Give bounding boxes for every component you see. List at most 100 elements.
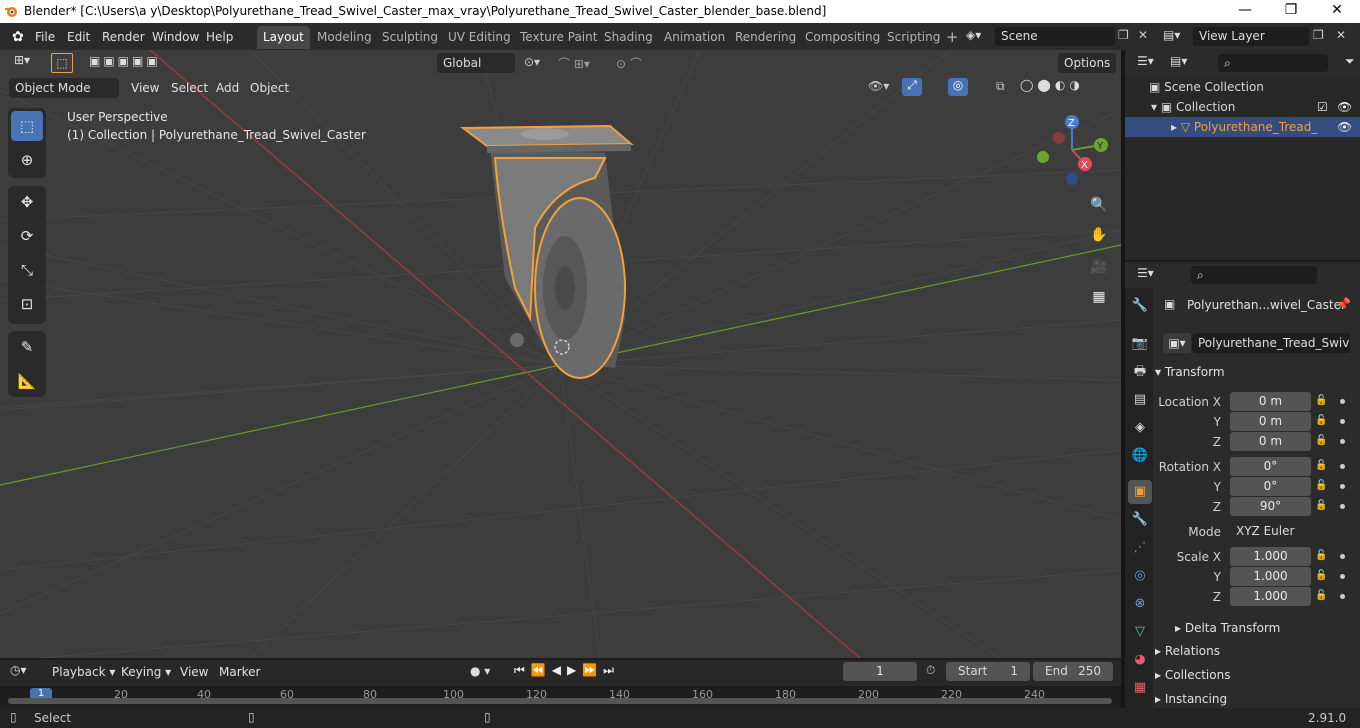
menu-window[interactable]: Window bbox=[146, 28, 205, 46]
expand-arrow-icon[interactable]: ▾ bbox=[1151, 100, 1161, 114]
keyframe-dot[interactable] bbox=[1340, 504, 1345, 509]
collections-header[interactable]: ▸ Collections bbox=[1155, 665, 1230, 685]
outliner-collection[interactable]: ▾ ▣ Collection ☑ 👁 bbox=[1125, 97, 1360, 117]
tool-rotate[interactable]: ⟳ bbox=[11, 221, 43, 251]
tool-annotate[interactable]: ✎ bbox=[11, 332, 43, 362]
view-layer-tab-icon[interactable]: ▤ bbox=[1128, 388, 1152, 412]
transform-orientation-dropdown[interactable]: Global bbox=[437, 53, 515, 73]
delete-view-layer-icon[interactable]: ✕ bbox=[1336, 28, 1346, 42]
tool-move[interactable]: ✥ bbox=[11, 187, 43, 217]
relations-header[interactable]: ▸ Relations bbox=[1155, 641, 1220, 661]
timeline-editor-icon[interactable]: ◷▾ bbox=[10, 663, 27, 677]
timeline-ruler[interactable]: 1 20 40 60 80 100 120 140 160 180 200 22… bbox=[0, 686, 1121, 708]
outliner-object-row[interactable]: ▸ ▽ Polyurethane_Tread_ 👁 bbox=[1125, 117, 1360, 137]
select-tool-icon[interactable]: ⬚ bbox=[51, 53, 73, 73]
tab-modeling[interactable]: Modeling bbox=[311, 26, 378, 49]
scene-tab-icon[interactable]: ◈ bbox=[1128, 416, 1152, 440]
outliner-search-field[interactable]: ⌕ bbox=[1218, 54, 1328, 72]
shading-mode-icons[interactable]: ◯⬤◐◑ bbox=[1020, 78, 1100, 96]
tab-rendering[interactable]: Rendering bbox=[729, 26, 802, 49]
lock-icon[interactable]: 🔓 bbox=[1315, 435, 1329, 449]
keyframe-dot[interactable] bbox=[1340, 439, 1345, 444]
tab-sculpting[interactable]: Sculpting bbox=[376, 26, 444, 49]
timeline-menu-marker[interactable]: Marker bbox=[214, 662, 265, 682]
pan-hand-icon[interactable]: ✋ bbox=[1087, 223, 1111, 247]
object-data-icon[interactable]: ▣▾ bbox=[1163, 333, 1191, 353]
filter-icon[interactable]: ⏷ bbox=[1345, 54, 1355, 69]
timeline-menu-keying[interactable]: Keying ▾ bbox=[116, 662, 176, 682]
viewport-menu-select[interactable]: Select bbox=[166, 78, 213, 98]
rotation-z-field[interactable]: 90° bbox=[1230, 497, 1311, 516]
record-icon[interactable]: ● ▾ bbox=[470, 664, 490, 678]
menu-help[interactable]: Help bbox=[200, 28, 239, 46]
add-workspace-button[interactable]: + bbox=[940, 26, 965, 49]
tool-measure[interactable]: 📐 bbox=[11, 366, 43, 396]
3d-viewport[interactable]: ⊞▾ ⬚ ▣▣▣▣▣ Global ⊙▾ ⌒ ⊞▾ ⊙ ⌒ Options Ob… bbox=[0, 50, 1121, 658]
outliner-editor-icon[interactable]: ☰▾ bbox=[1137, 54, 1154, 68]
location-y-field[interactable]: 0 m bbox=[1230, 412, 1311, 431]
start-frame-field[interactable]: Start 1 bbox=[946, 662, 1030, 681]
selection-mode-icons[interactable]: ▣▣▣▣▣ bbox=[89, 54, 179, 72]
blender-menu-icon[interactable]: ✿ bbox=[6, 28, 30, 46]
outliner-scene-collection[interactable]: ▣ Scene Collection bbox=[1125, 77, 1360, 97]
lock-icon[interactable]: 🔓 bbox=[1315, 395, 1329, 409]
data-tab-icon[interactable]: ▽ bbox=[1128, 620, 1152, 644]
stopwatch-icon[interactable]: ⏱ bbox=[926, 663, 935, 678]
playback-controls-icons[interactable]: ⏮⏪◀▶⏩⏭ bbox=[514, 663, 620, 678]
pin-icon[interactable]: 📌 bbox=[1336, 297, 1351, 311]
editor-type-icon[interactable]: ⊞▾ bbox=[9, 50, 35, 70]
tab-scripting[interactable]: Scripting bbox=[881, 26, 946, 49]
lock-icon[interactable]: 🔓 bbox=[1315, 500, 1329, 514]
lock-icon[interactable]: 🔓 bbox=[1315, 550, 1329, 564]
output-tab-icon[interactable]: 🖶 bbox=[1128, 360, 1152, 384]
texture-tab-icon[interactable]: ▦ bbox=[1128, 676, 1152, 700]
grid-perspective-icon[interactable]: ▦ bbox=[1087, 285, 1111, 309]
world-tab-icon[interactable]: 🌐 bbox=[1128, 444, 1152, 468]
zoom-icon[interactable]: 🔍 bbox=[1087, 193, 1111, 217]
location-z-field[interactable]: 0 m bbox=[1230, 432, 1311, 451]
visibility-icon[interactable]: 👁▾ bbox=[868, 79, 889, 93]
keyframe-dot[interactable] bbox=[1340, 419, 1345, 424]
keyframe-dot[interactable] bbox=[1340, 554, 1345, 559]
scale-x-field[interactable]: 1.000 bbox=[1230, 547, 1311, 566]
render-tab-icon[interactable]: 📷 bbox=[1128, 332, 1152, 356]
rotation-y-field[interactable]: 0° bbox=[1230, 477, 1311, 496]
navigation-gizmo[interactable]: Z Y X bbox=[1030, 112, 1115, 192]
tool-transform[interactable]: ⊡ bbox=[11, 289, 43, 319]
exclude-checkbox[interactable]: ☑ bbox=[1317, 97, 1328, 117]
rotation-x-field[interactable]: 0° bbox=[1230, 457, 1311, 476]
new-view-layer-icon[interactable]: ❐ bbox=[1313, 28, 1324, 42]
lock-icon[interactable]: 🔓 bbox=[1315, 590, 1329, 604]
tab-layout[interactable]: Layout bbox=[257, 26, 310, 49]
keyframe-dot[interactable] bbox=[1340, 574, 1345, 579]
rotation-mode-dropdown[interactable]: XYZ Euler bbox=[1230, 522, 1311, 541]
keyframe-dot[interactable] bbox=[1340, 464, 1345, 469]
menu-render[interactable]: Render bbox=[96, 28, 151, 46]
tab-shading[interactable]: Shading bbox=[598, 26, 659, 49]
overlays-toggle-icon[interactable]: ◎ bbox=[948, 78, 968, 96]
particles-tab-icon[interactable]: ⋰ bbox=[1128, 536, 1152, 560]
properties-search-field[interactable]: ⌕ bbox=[1191, 266, 1317, 284]
location-x-field[interactable]: 0 m bbox=[1230, 392, 1311, 411]
delta-transform-header[interactable]: ▸ Delta Transform bbox=[1175, 618, 1280, 638]
viewport-menu-add[interactable]: Add bbox=[211, 78, 244, 98]
display-mode-icon[interactable]: ▤▾ bbox=[1170, 54, 1187, 68]
tool-scale[interactable]: ⤡ bbox=[11, 255, 43, 285]
expand-arrow-icon[interactable]: ▸ bbox=[1171, 120, 1181, 134]
modifier-tab-icon[interactable]: 🔧 bbox=[1128, 508, 1152, 532]
caster-model[interactable] bbox=[455, 118, 640, 383]
lock-icon[interactable]: 🔓 bbox=[1315, 460, 1329, 474]
constraints-tab-icon[interactable]: ⊗ bbox=[1128, 592, 1152, 616]
viewport-menu-object[interactable]: Object bbox=[245, 78, 294, 98]
minimize-button[interactable]: — bbox=[1222, 0, 1268, 23]
timeline-scrollbar[interactable] bbox=[8, 698, 1112, 704]
proportional-edit-icon[interactable]: ⊙ ⌒ bbox=[616, 55, 642, 72]
tab-texture-paint[interactable]: Texture Paint bbox=[514, 26, 603, 49]
new-scene-icon[interactable]: ❐ bbox=[1118, 28, 1129, 42]
keyframe-dot[interactable] bbox=[1340, 399, 1345, 404]
tool-cursor[interactable]: ⊕ bbox=[11, 145, 43, 175]
delete-scene-icon[interactable]: ✕ bbox=[1138, 28, 1148, 42]
eye-icon[interactable]: 👁 bbox=[1337, 97, 1352, 117]
pivot-point-icon[interactable]: ⊙▾ bbox=[524, 55, 540, 69]
eye-icon[interactable]: 👁 bbox=[1337, 117, 1352, 137]
